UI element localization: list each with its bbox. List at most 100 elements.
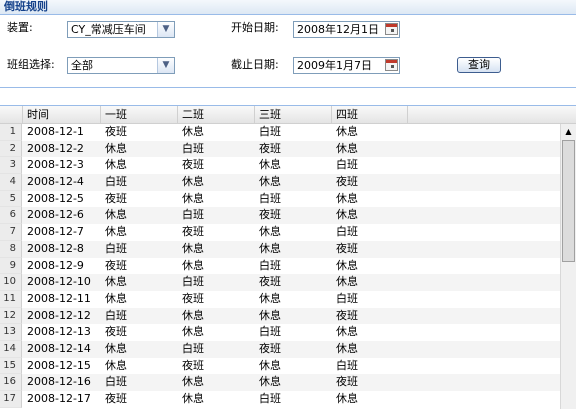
cell-shift2: 夜班	[182, 291, 204, 305]
calendar-icon[interactable]	[385, 23, 398, 35]
cell-shift4: 休息	[336, 258, 358, 272]
rownum-header	[0, 106, 23, 123]
cell-shift2: 休息	[182, 191, 204, 205]
table-row[interactable]: 10 2008-12-10 休息 白班 夜班 休息	[0, 274, 560, 291]
table-row[interactable]: 16 2008-12-16 白班 休息 休息 夜班	[0, 374, 560, 391]
cell-shift3: 夜班	[259, 275, 281, 289]
calendar-icon[interactable]	[385, 59, 398, 71]
cell-shift1: 休息	[105, 291, 127, 305]
table-row[interactable]: 5 2008-12-5 夜班 休息 白班 休息	[0, 190, 560, 208]
cell-shift4: 夜班	[336, 175, 358, 189]
scroll-up-icon[interactable]: ▲	[561, 124, 576, 139]
cell-shift1: 休息	[105, 158, 127, 172]
cell-shift2: 休息	[182, 308, 204, 322]
cell-shift1: 夜班	[105, 125, 127, 138]
row-number: 1	[0, 124, 22, 141]
cell-shift1: 休息	[105, 341, 127, 355]
table-row[interactable]: 1 2008-12-1 夜班 休息 白班 休息	[0, 124, 560, 141]
panel-header: 倒班规则	[0, 0, 576, 15]
cell-shift4: 白班	[336, 225, 358, 239]
row-number: 15	[0, 357, 22, 375]
start-date-field[interactable]: 2008年12月1日	[293, 21, 400, 38]
row-number: 17	[0, 391, 22, 408]
table-row[interactable]: 6 2008-12-6 休息 白班 夜班 休息	[0, 207, 560, 225]
query-button[interactable]: 查询	[457, 57, 501, 73]
device-select[interactable]: CY_常减压车间 ▼	[67, 21, 175, 38]
cell-shift2: 白班	[182, 141, 204, 155]
grid-body: 1 2008-12-1 夜班 休息 白班 休息 2 2008-12-2 休息 白班 夜班 休息 3 200…	[0, 124, 560, 408]
cell-shift2: 夜班	[182, 158, 204, 172]
table-row[interactable]: 15 2008-12-15 休息 夜班 休息 白班	[0, 357, 560, 375]
cell-shift4: 休息	[336, 325, 358, 339]
cell-date: 2008-12-8	[27, 241, 84, 255]
cell-shift4: 休息	[336, 208, 358, 222]
cell-shift3: 夜班	[259, 141, 281, 155]
column-header-shift1[interactable]: 一班	[101, 106, 178, 123]
end-date-field[interactable]: 2009年1月7日	[293, 57, 400, 74]
cell-shift2: 休息	[182, 375, 204, 389]
row-number: 5	[0, 190, 22, 208]
table-row[interactable]: 9 2008-12-9 夜班 休息 白班 休息	[0, 257, 560, 275]
chevron-down-icon[interactable]: ▼	[157, 22, 174, 37]
cell-shift3: 夜班	[259, 208, 281, 222]
cell-date: 2008-12-9	[27, 258, 84, 272]
cell-shift2: 白班	[182, 208, 204, 222]
column-header-shift2[interactable]: 二班	[178, 106, 255, 123]
cell-date: 2008-12-6	[27, 208, 84, 222]
table-row[interactable]: 11 2008-12-11 休息 夜班 休息 白班	[0, 290, 560, 308]
table-row[interactable]: 4 2008-12-4 白班 休息 休息 夜班	[0, 174, 560, 191]
cell-shift4: 休息	[336, 125, 358, 138]
row-number: 12	[0, 307, 22, 325]
start-date-value: 2008年12月1日	[297, 23, 379, 36]
table-row[interactable]: 2 2008-12-2 休息 白班 夜班 休息	[0, 140, 560, 158]
row-number: 11	[0, 290, 22, 308]
end-date-label: 截止日期:	[231, 58, 279, 71]
cell-shift2: 休息	[182, 175, 204, 189]
cell-shift2: 休息	[182, 125, 204, 138]
column-header-shift3[interactable]: 三班	[255, 106, 332, 123]
table-row[interactable]: 14 2008-12-14 休息 白班 夜班 休息	[0, 340, 560, 358]
vertical-scrollbar[interactable]: ▲	[560, 124, 576, 409]
table-row[interactable]: 13 2008-12-13 夜班 休息 白班 休息	[0, 324, 560, 341]
cell-date: 2008-12-3	[27, 158, 84, 172]
cell-shift2: 夜班	[182, 225, 204, 239]
group-select[interactable]: 全部 ▼	[67, 57, 175, 74]
cell-shift1: 休息	[105, 358, 127, 372]
table-row[interactable]: 7 2008-12-7 休息 夜班 休息 白班	[0, 224, 560, 241]
table-row[interactable]: 8 2008-12-8 白班 休息 休息 夜班	[0, 240, 560, 258]
cell-shift4: 夜班	[336, 308, 358, 322]
cell-shift1: 白班	[105, 308, 127, 322]
cell-date: 2008-12-16	[27, 375, 91, 389]
cell-shift4: 休息	[336, 341, 358, 355]
cell-shift2: 休息	[182, 258, 204, 272]
cell-shift3: 休息	[259, 175, 281, 189]
cell-shift1: 休息	[105, 225, 127, 239]
cell-shift1: 夜班	[105, 191, 127, 205]
cell-shift4: 白班	[336, 158, 358, 172]
row-number: 6	[0, 207, 22, 225]
cell-shift1: 夜班	[105, 325, 127, 339]
cell-shift1: 白班	[105, 175, 127, 189]
group-select-value: 全部	[71, 59, 93, 72]
table-row[interactable]: 12 2008-12-12 白班 休息 休息 夜班	[0, 307, 560, 325]
cell-shift2: 休息	[182, 392, 204, 405]
row-number: 2	[0, 140, 22, 158]
table-row[interactable]: 3 2008-12-3 休息 夜班 休息 白班	[0, 157, 560, 175]
cell-shift1: 休息	[105, 275, 127, 289]
cell-shift3: 休息	[259, 225, 281, 239]
cell-shift3: 白班	[259, 258, 281, 272]
cell-shift4: 休息	[336, 392, 358, 405]
cell-shift3: 休息	[259, 308, 281, 322]
cell-shift4: 休息	[336, 141, 358, 155]
cell-date: 2008-12-11	[27, 291, 91, 305]
column-header-shift4[interactable]: 四班	[332, 106, 408, 123]
column-header-date[interactable]: 时间	[23, 106, 101, 123]
row-number: 16	[0, 374, 22, 391]
cell-shift4: 夜班	[336, 375, 358, 389]
cell-date: 2008-12-4	[27, 175, 84, 189]
cell-date: 2008-12-17	[27, 392, 91, 405]
table-row[interactable]: 17 2008-12-17 夜班 休息 白班 休息	[0, 391, 560, 408]
chevron-down-icon[interactable]: ▼	[157, 58, 174, 73]
start-date-label: 开始日期:	[231, 21, 279, 34]
scroll-thumb[interactable]	[562, 140, 575, 262]
